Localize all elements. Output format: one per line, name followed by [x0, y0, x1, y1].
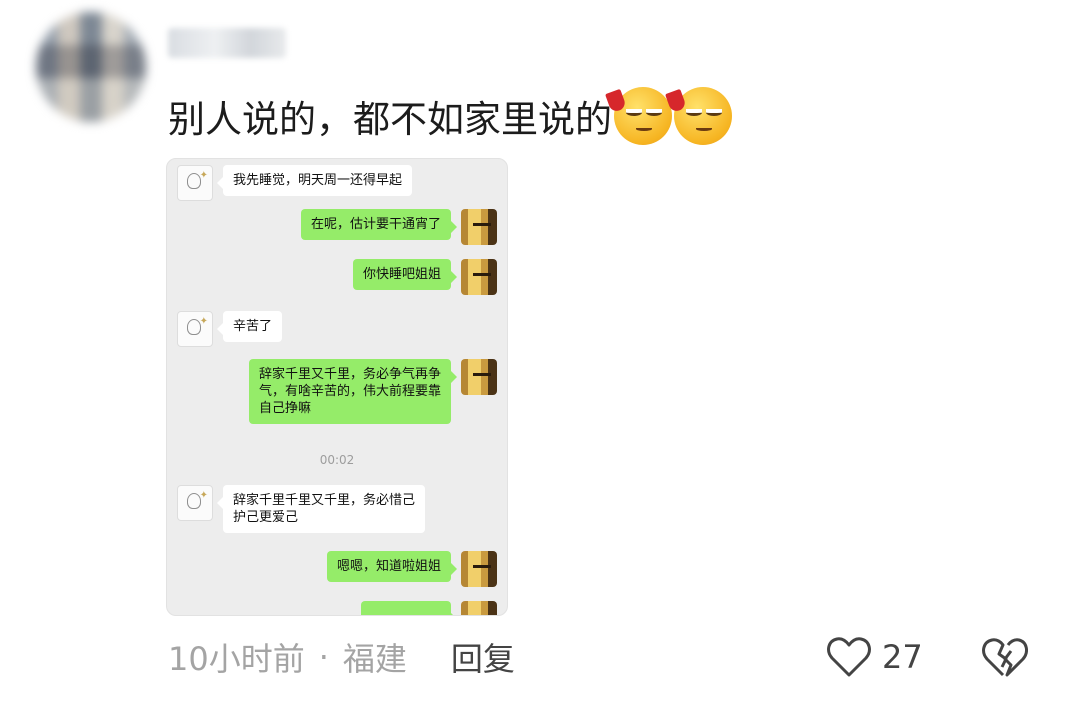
- comment-text: 别人说的，都不如家里说的: [168, 98, 612, 141]
- chat-screenshot-image[interactable]: 我先睡觉，明天周一还得早起 在呢，估计要干通宵了 你快睡吧姐姐 辛苦了 辞家千里…: [166, 158, 508, 616]
- self-avatar: [461, 359, 497, 395]
- self-avatar: [461, 209, 497, 245]
- location: 福建: [342, 640, 407, 678]
- user-avatar[interactable]: [36, 12, 146, 122]
- chat-message: 辛苦了: [177, 311, 283, 347]
- smirk-emoji-icon: [605, 87, 672, 145]
- chat-message: 我先睡觉，明天周一还得早起: [177, 165, 413, 201]
- chat-bubble: 辞家千里又千里，务必争气再争 气，有啥辛苦的，伟大前程要靠 自己挣嘛: [248, 359, 458, 424]
- chat-bubble-partial: [361, 601, 457, 615]
- dislike-button[interactable]: [982, 634, 1028, 680]
- chat-bubble: 辛苦了: [216, 311, 283, 342]
- chat-timestamp: 00:02: [319, 453, 355, 467]
- contact-avatar: [177, 311, 213, 347]
- comment-footer: 10小时前 · 福建 回复: [168, 632, 515, 682]
- chat-bubble: 在呢，估计要干通宵了: [300, 209, 458, 240]
- like-count: 27: [882, 638, 923, 676]
- username-blurred[interactable]: [168, 28, 286, 58]
- comment-text-row: 别人说的，都不如家里说的: [168, 87, 732, 145]
- contact-avatar: [177, 485, 213, 521]
- chat-message: 辞家千里千里又千里，务必惜己 护己更爱己: [177, 485, 426, 533]
- chat-message: 嗯嗯，知道啦姐姐: [326, 551, 497, 587]
- chat-message-cut-off: [361, 601, 497, 615]
- reply-button[interactable]: 回复: [451, 634, 515, 680]
- chat-message: 辞家千里又千里，务必争气再争 气，有啥辛苦的，伟大前程要靠 自己挣嘛: [248, 359, 497, 424]
- heart-icon: [827, 637, 871, 677]
- like-button[interactable]: 27: [826, 634, 923, 680]
- post-time: 10小时前: [168, 640, 305, 678]
- chat-bubble: 我先睡觉，明天周一还得早起: [216, 165, 413, 196]
- self-avatar: [461, 601, 497, 615]
- chat-message: 你快睡吧姐姐: [352, 259, 497, 295]
- self-avatar: [461, 259, 497, 295]
- self-avatar: [461, 551, 497, 587]
- contact-avatar: [177, 165, 213, 201]
- separator-dot: ·: [318, 638, 329, 676]
- chat-bubble: 嗯嗯，知道啦姐姐: [326, 551, 458, 582]
- smirk-emoji-icon: [665, 87, 732, 145]
- broken-heart-icon: [982, 638, 1028, 677]
- chat-message: 在呢，估计要干通宵了: [300, 209, 497, 245]
- chat-bubble: 辞家千里千里又千里，务必惜己 护己更爱己: [216, 485, 426, 533]
- chat-bubble: 你快睡吧姐姐: [352, 259, 458, 290]
